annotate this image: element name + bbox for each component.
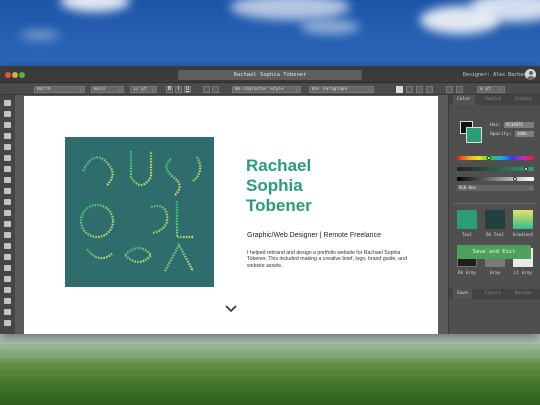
tab-review[interactable]: Review bbox=[515, 289, 531, 299]
italic-button[interactable]: I bbox=[175, 85, 182, 93]
swatch-label: Teal bbox=[461, 233, 473, 238]
swatch-teal[interactable] bbox=[457, 210, 477, 229]
indent-button[interactable] bbox=[446, 85, 453, 93]
bottom-panel-tabs: Save Layers Review bbox=[449, 289, 540, 299]
saturation-slider[interactable] bbox=[457, 167, 534, 171]
cloud bbox=[300, 20, 360, 34]
color-panel: Color Swatch Gradie Hex: #23A87E Opacity… bbox=[448, 95, 540, 334]
lasso-tool-icon[interactable] bbox=[4, 122, 11, 128]
chevron-down-icon: ⌄ bbox=[295, 86, 298, 92]
chevron-down-icon: ⌄ bbox=[118, 86, 121, 92]
eraser-tool-icon[interactable] bbox=[4, 210, 11, 216]
color-mode-select[interactable]: RGB Hex ⌄ bbox=[457, 185, 534, 191]
swatch-label: Gray bbox=[489, 271, 501, 276]
chevron-down-icon: ⌄ bbox=[151, 86, 154, 92]
curvature-tool-icon[interactable] bbox=[4, 144, 11, 150]
hex-input[interactable]: #23A87E bbox=[504, 122, 534, 128]
tab-save[interactable]: Save bbox=[453, 289, 472, 299]
pencil-tool-icon[interactable] bbox=[4, 199, 11, 205]
designer-name[interactable]: Rachael Sophia Tobener bbox=[246, 156, 312, 216]
outdent-button[interactable] bbox=[456, 85, 463, 93]
cloud bbox=[20, 30, 60, 40]
character-style-select[interactable]: No Character Style ⌄ bbox=[232, 85, 301, 93]
saturation-knob bbox=[524, 167, 528, 171]
justify-center-button[interactable] bbox=[406, 85, 413, 93]
underline-button[interactable]: U bbox=[184, 85, 191, 93]
brightness-knob bbox=[513, 177, 517, 181]
tools-panel bbox=[0, 95, 15, 334]
swatch-label: Gradient bbox=[512, 233, 534, 238]
chevron-down-icon: ⌄ bbox=[529, 185, 532, 190]
justify-right-button[interactable] bbox=[416, 85, 423, 93]
panel-divider bbox=[453, 203, 535, 204]
window-title: Rachael Sophia Tobener bbox=[178, 70, 362, 80]
direct-select-tool-icon[interactable] bbox=[4, 111, 11, 117]
panel-tabs: Color Swatch Gradie bbox=[449, 95, 540, 105]
gradient-tool-icon[interactable] bbox=[4, 254, 11, 260]
bold-button[interactable]: B bbox=[166, 85, 173, 93]
swatch-dk-teal[interactable] bbox=[485, 210, 505, 229]
slice-tool-icon[interactable] bbox=[4, 298, 11, 304]
minimize-dot-icon[interactable] bbox=[12, 72, 18, 78]
hex-label: Hex: bbox=[490, 123, 501, 128]
type-tool-icon[interactable] bbox=[4, 155, 11, 161]
rectangle-tool-icon[interactable] bbox=[4, 177, 11, 183]
chevron-down-icon[interactable] bbox=[224, 303, 238, 313]
title-bar: Rachael Sophia Tobener Designer: Alex Ba… bbox=[0, 66, 540, 83]
hand-tool-icon[interactable] bbox=[4, 309, 11, 315]
rotate-tool-icon[interactable] bbox=[4, 221, 11, 227]
role-text[interactable]: Graphic/Web Designer | Remote Freelance bbox=[247, 232, 381, 239]
close-dot-icon[interactable] bbox=[5, 72, 11, 78]
selection-tool-icon[interactable] bbox=[4, 100, 11, 106]
opacity-input[interactable]: 100% bbox=[515, 131, 534, 137]
paragraph-style-select[interactable]: RST Paragraph ⌄ bbox=[309, 85, 374, 93]
paintbrush-tool-icon[interactable] bbox=[4, 188, 11, 194]
font-family-select[interactable]: North ⌄ bbox=[34, 85, 85, 93]
artboard-tool-icon[interactable] bbox=[4, 287, 11, 293]
designer-label: Designer: Alex Bachar bbox=[463, 72, 527, 78]
eyedropper-tool-icon[interactable] bbox=[4, 243, 11, 249]
logo-artwork[interactable] bbox=[65, 137, 214, 287]
chevron-down-icon: ⌄ bbox=[499, 86, 502, 92]
blend-tool-icon[interactable] bbox=[4, 265, 11, 271]
save-and-exit-button[interactable]: Save and Exit bbox=[457, 245, 531, 259]
avatar-icon[interactable] bbox=[525, 69, 536, 80]
pen-tool-icon[interactable] bbox=[4, 133, 11, 139]
tab-swatch[interactable]: Swatch bbox=[485, 95, 501, 105]
swatch-label: Dk Gray bbox=[457, 271, 477, 276]
swatch-gradient[interactable] bbox=[513, 210, 533, 229]
maximize-dot-icon[interactable] bbox=[19, 72, 25, 78]
desktop-grass bbox=[0, 334, 540, 405]
swatch-label: Lt Gray bbox=[513, 271, 533, 276]
tab-layers[interactable]: Layers bbox=[485, 289, 501, 299]
symbol-tool-icon[interactable] bbox=[4, 276, 11, 282]
scale-tool-icon[interactable] bbox=[4, 232, 11, 238]
tab-color[interactable]: Color bbox=[453, 95, 475, 105]
font-weight-select[interactable]: Bold ⌄ bbox=[91, 85, 124, 93]
line-tool-icon[interactable] bbox=[4, 166, 11, 172]
justify-all-button[interactable] bbox=[426, 85, 433, 93]
align-left-button[interactable] bbox=[203, 85, 210, 93]
description-text[interactable]: I helped rebrand and design a portfolio … bbox=[247, 250, 407, 269]
tab-gradient[interactable]: Gradie bbox=[515, 95, 531, 105]
font-size-select[interactable]: 12 pt ⌄ bbox=[130, 85, 157, 93]
justify-left-button[interactable] bbox=[396, 85, 403, 93]
chevron-down-icon: ⌄ bbox=[79, 86, 82, 92]
artboard[interactable]: Rachael Sophia Tobener Graphic/Web Desig… bbox=[24, 96, 438, 334]
spacing-select[interactable]: 0 pt ⌄ bbox=[477, 85, 505, 93]
swatch-label: Dk Teal bbox=[485, 233, 505, 238]
fill-color-box[interactable] bbox=[466, 127, 482, 143]
opacity-label: Opacity: bbox=[490, 132, 512, 137]
hue-knob bbox=[487, 156, 491, 160]
align-center-button[interactable] bbox=[212, 85, 219, 93]
zoom-tool-icon[interactable] bbox=[4, 320, 11, 326]
control-bar: North ⌄ Bold ⌄ 12 pt ⌄ B I U No Character S… bbox=[0, 83, 540, 95]
hue-slider[interactable] bbox=[457, 156, 534, 160]
brightness-slider[interactable] bbox=[457, 177, 534, 181]
app-window: Rachael Sophia Tobener Designer: Alex Ba… bbox=[0, 66, 540, 334]
chevron-down-icon: ⌄ bbox=[368, 86, 371, 92]
